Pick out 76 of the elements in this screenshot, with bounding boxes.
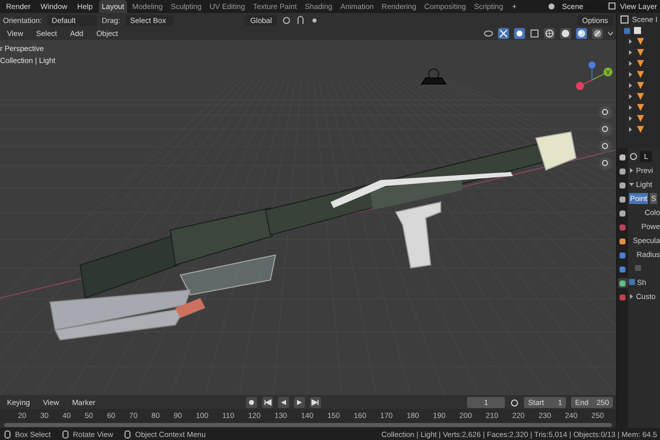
mouse-icon <box>60 430 70 438</box>
stopwatch-icon[interactable] <box>510 398 520 406</box>
record-button[interactable] <box>246 396 257 408</box>
jump-start-button[interactable] <box>262 396 273 408</box>
circle-icon <box>601 125 610 134</box>
sphere-icon <box>593 29 602 38</box>
collapsed-arrow-icon[interactable] <box>628 116 633 121</box>
scene-icon[interactable] <box>547 2 556 11</box>
circle-icon <box>601 108 610 117</box>
light-icon[interactable] <box>636 103 645 112</box>
checkbox[interactable] <box>635 265 641 271</box>
properties-tab[interactable] <box>618 250 628 260</box>
shading-mode-button[interactable] <box>576 28 587 39</box>
properties-tab[interactable] <box>618 264 628 274</box>
light-data-icon[interactable] <box>629 152 638 160</box>
circle-icon <box>601 142 610 151</box>
collapsed-arrow-icon[interactable] <box>628 105 633 110</box>
record-icon <box>246 398 256 406</box>
collapsed-arrow-icon[interactable] <box>628 61 633 66</box>
properties-tab[interactable] <box>618 152 628 162</box>
shading-mode-button[interactable] <box>544 28 555 39</box>
light-icon[interactable] <box>636 48 645 57</box>
sphere-icon <box>577 29 586 38</box>
xray-icon[interactable] <box>530 29 539 38</box>
properties-tab[interactable] <box>618 208 628 218</box>
collapsed-arrow-icon[interactable] <box>628 72 633 77</box>
collapsed-arrow-icon[interactable] <box>628 83 633 88</box>
play-reverse-button[interactable] <box>278 396 289 408</box>
light-icon[interactable] <box>636 114 645 123</box>
collapsed-arrow-icon[interactable] <box>628 39 633 44</box>
light-icon[interactable] <box>636 92 645 101</box>
proportional-edit-icon[interactable] <box>310 16 319 24</box>
collapsed-arrow-icon[interactable] <box>628 94 633 99</box>
collection-checkbox[interactable] <box>624 28 630 34</box>
collapsed-arrow-icon[interactable] <box>628 127 633 132</box>
overlay-toggle[interactable] <box>514 28 525 39</box>
layers-icon[interactable] <box>608 2 618 11</box>
overlay-icon <box>515 29 524 38</box>
sphere-icon <box>561 29 570 38</box>
pivot-icon[interactable] <box>282 16 291 24</box>
play-reverse-icon <box>278 398 288 406</box>
shading-mode-button[interactable] <box>560 28 571 39</box>
light-icon[interactable] <box>636 125 645 134</box>
light-icon[interactable] <box>636 59 645 68</box>
sphere-icon <box>545 29 554 38</box>
properties-tab[interactable] <box>618 278 628 288</box>
properties-tab[interactable] <box>618 194 628 204</box>
collapsed-arrow-icon[interactable] <box>628 50 633 55</box>
light-icon[interactable] <box>636 81 645 90</box>
jump-end-icon <box>310 398 320 406</box>
mouse-icon <box>123 430 132 438</box>
play-button[interactable] <box>294 396 305 408</box>
collapsed-arrow-icon[interactable] <box>629 294 634 298</box>
gizmo-icon <box>499 29 508 38</box>
light-icon[interactable] <box>636 37 645 46</box>
caret-icon <box>608 29 613 38</box>
collection-icon[interactable] <box>633 26 642 35</box>
scene-icon <box>620 15 629 24</box>
visibility-icon[interactable] <box>484 29 493 38</box>
scrollbar[interactable] <box>4 423 612 427</box>
jump-start-icon <box>262 398 272 406</box>
collapsed-arrow-icon[interactable] <box>629 168 634 172</box>
mouse-icon <box>3 430 12 438</box>
snap-icon[interactable] <box>296 16 305 24</box>
gizmo-toggle[interactable] <box>498 28 509 39</box>
rocket-launcher-drawing[interactable] <box>50 131 576 341</box>
circle-icon <box>601 159 610 168</box>
properties-tab[interactable] <box>618 236 628 246</box>
checkbox[interactable] <box>629 279 635 285</box>
expanded-arrow-icon[interactable] <box>629 182 634 186</box>
properties-tab[interactable] <box>618 180 628 190</box>
shading-mode-button[interactable] <box>592 28 603 39</box>
jump-end-button[interactable] <box>310 396 321 408</box>
properties-tab[interactable] <box>618 166 628 176</box>
play-icon <box>294 398 304 406</box>
light-icon[interactable] <box>636 70 645 79</box>
